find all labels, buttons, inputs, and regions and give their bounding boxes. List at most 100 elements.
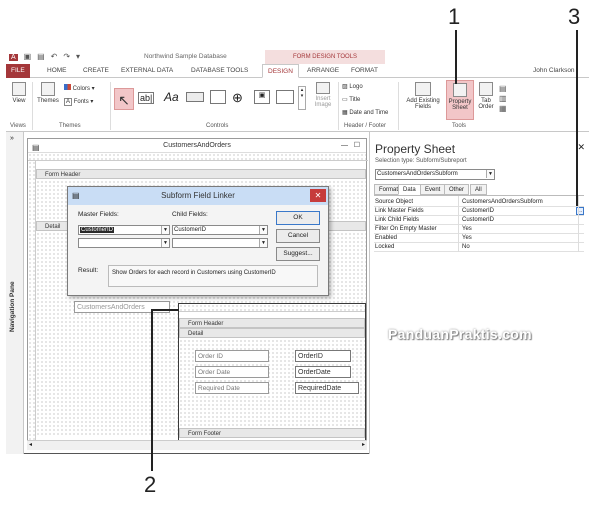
master-field-select-1[interactable]: CustomerID ▼ bbox=[78, 225, 170, 235]
subform-header-bar[interactable]: Form Header bbox=[179, 318, 365, 328]
form-header-label: Form Header bbox=[45, 172, 81, 178]
property-row[interactable]: Link Master Fields CustomerID… bbox=[374, 207, 584, 216]
undo-icon[interactable]: ↶ bbox=[51, 52, 58, 61]
save-icon[interactable]: ▣ bbox=[24, 52, 32, 61]
property-value[interactable]: CustomersAndOrdersSubform bbox=[462, 198, 543, 207]
dialog-close-button[interactable]: ✕ bbox=[310, 189, 326, 202]
property-row[interactable]: Enabled Yes bbox=[374, 234, 584, 243]
object-select[interactable]: CustomersAndOrdersSubform ▼ bbox=[375, 169, 495, 180]
tab-design[interactable]: DESIGN bbox=[262, 64, 299, 78]
tab-data-props[interactable]: Data bbox=[398, 184, 421, 195]
property-value[interactable]: CustomerID bbox=[462, 216, 494, 225]
tab-file[interactable]: FILE bbox=[6, 64, 30, 78]
property-sheet-button[interactable]: Property Sheet bbox=[446, 80, 474, 120]
button-control-icon[interactable] bbox=[186, 92, 204, 102]
subform-label[interactable]: CustomersAndOrders bbox=[74, 301, 170, 313]
tab-external-data[interactable]: EXTERNAL DATA bbox=[116, 64, 178, 78]
horizontal-scrollbar[interactable]: ◂ ▸ bbox=[27, 440, 367, 450]
tab-format[interactable]: FORMAT bbox=[346, 64, 383, 78]
callout-2-line bbox=[151, 311, 153, 471]
date-time-button[interactable]: ▦ Date and Time bbox=[342, 109, 388, 116]
close-icon[interactable]: ✕ bbox=[577, 142, 585, 153]
chevron-down-icon[interactable]: ▼ bbox=[161, 226, 169, 234]
tab-arrange[interactable]: ARRANGE bbox=[302, 64, 344, 78]
order-date-label[interactable]: Order Date bbox=[195, 366, 269, 378]
tab-database-tools[interactable]: DATABASE TOOLS bbox=[186, 64, 253, 78]
title-icon: ▭ bbox=[342, 97, 348, 103]
access-logo-icon: A bbox=[9, 54, 18, 61]
property-sheet-title: Property Sheet bbox=[375, 142, 456, 156]
expand-nav-icon[interactable]: » bbox=[10, 135, 14, 142]
property-key: Source Object bbox=[375, 199, 414, 205]
tab-event-props[interactable]: Event bbox=[420, 184, 446, 195]
form-header-bar[interactable]: Form Header bbox=[36, 169, 366, 179]
insert-image-button[interactable]: Insert Image bbox=[310, 82, 336, 108]
property-row[interactable]: Filter On Empty Master Yes bbox=[374, 225, 584, 234]
label-control-icon[interactable]: Aa bbox=[164, 90, 179, 104]
maximize-icon[interactable]: ☐ bbox=[354, 139, 360, 153]
logo-button[interactable]: ▨ Logo bbox=[342, 83, 363, 90]
hyperlink-icon[interactable]: ⊕ bbox=[232, 90, 243, 106]
subform-detail-bar[interactable]: Detail bbox=[179, 328, 365, 338]
controls-more-icon[interactable]: ▴ ▾ bbox=[298, 86, 306, 110]
property-row[interactable]: Link Child Fields CustomerID bbox=[374, 216, 584, 225]
tab-control-icon[interactable] bbox=[210, 90, 226, 104]
web-browser-icon[interactable]: ▣ bbox=[254, 90, 270, 104]
child-field-select-2[interactable]: ▼ bbox=[172, 238, 268, 248]
order-id-label[interactable]: Order ID bbox=[195, 350, 269, 362]
property-value[interactable]: No bbox=[462, 243, 470, 252]
colors-label: Colors bbox=[72, 86, 91, 92]
fonts-icon: A bbox=[64, 98, 73, 106]
dialog-title: Subform Field Linker bbox=[68, 187, 328, 205]
callout-2-number: 2 bbox=[144, 472, 157, 497]
chevron-down-icon[interactable]: ▼ bbox=[259, 226, 267, 234]
required-date-box[interactable]: RequiredDate bbox=[295, 382, 359, 394]
textbox-control-icon[interactable]: ab| bbox=[138, 92, 155, 104]
tab-other-props[interactable]: Other bbox=[444, 184, 470, 195]
property-value[interactable]: Yes bbox=[462, 234, 472, 243]
scroll-left-icon[interactable]: ◂ bbox=[29, 441, 32, 448]
subform-header-label: Form Header bbox=[188, 321, 224, 327]
chevron-down-icon[interactable]: ▼ bbox=[259, 239, 267, 247]
customize-qat-icon[interactable]: ▾ bbox=[76, 52, 80, 61]
date-time-icon: ▦ bbox=[342, 110, 348, 116]
cancel-button[interactable]: Cancel bbox=[276, 229, 320, 243]
navigation-pane[interactable]: » Navigation Pane bbox=[6, 132, 24, 454]
property-value[interactable]: Yes bbox=[462, 225, 472, 234]
order-id-box[interactable]: OrderID bbox=[295, 350, 351, 362]
navigation-control-icon[interactable] bbox=[276, 90, 294, 104]
select-pointer-button[interactable]: ↖ bbox=[114, 88, 134, 110]
property-value[interactable]: CustomerID bbox=[462, 207, 494, 216]
property-row[interactable]: Source Object CustomersAndOrdersSubform bbox=[374, 198, 584, 207]
child-field-select-1[interactable]: CustomerID ▼ bbox=[172, 225, 268, 235]
tab-create[interactable]: CREATE bbox=[78, 64, 114, 78]
scroll-right-icon[interactable]: ▸ bbox=[362, 441, 365, 448]
minimize-icon[interactable]: — bbox=[341, 139, 348, 153]
image-icon bbox=[316, 82, 330, 94]
ok-button[interactable]: OK bbox=[276, 211, 320, 225]
subform-control[interactable]: Form Header Detail Order ID OrderID Orde… bbox=[178, 303, 366, 441]
tab-order-button[interactable]: Tab Order bbox=[476, 82, 496, 110]
chevron-down-icon[interactable]: ▼ bbox=[486, 170, 494, 178]
redo-icon[interactable]: ↷ bbox=[63, 52, 70, 61]
tab-all-props[interactable]: All bbox=[470, 184, 487, 195]
tab-home[interactable]: HOME bbox=[42, 64, 72, 78]
child-fields-label: Child Fields: bbox=[172, 211, 208, 218]
themes-button[interactable]: Themes bbox=[36, 82, 60, 104]
title-button[interactable]: ▭ Title bbox=[342, 96, 360, 103]
property-row[interactable]: Locked No bbox=[374, 243, 584, 252]
view-button[interactable]: View bbox=[9, 82, 29, 104]
subform-footer-bar[interactable]: Form Footer bbox=[179, 428, 365, 438]
chevron-down-icon[interactable]: ▼ bbox=[161, 239, 169, 247]
user-name[interactable]: John Clarkson bbox=[528, 64, 580, 78]
order-date-box[interactable]: OrderDate bbox=[295, 366, 351, 378]
fonts-button[interactable]: A Fonts ▾ bbox=[64, 98, 93, 106]
property-key: Filter On Empty Master bbox=[375, 226, 437, 232]
add-existing-fields-button[interactable]: Add Existing Fields bbox=[402, 82, 444, 110]
colors-button[interactable]: Colors ▾ bbox=[64, 84, 95, 92]
master-field-select-2[interactable]: ▼ bbox=[78, 238, 170, 248]
required-date-label[interactable]: Required Date bbox=[195, 382, 269, 394]
suggest-button[interactable]: Suggest... bbox=[276, 247, 320, 261]
tools-small-icons[interactable]: ▤ ▥ ▦ bbox=[499, 84, 507, 114]
save-as-icon[interactable]: ▤ bbox=[37, 52, 45, 61]
